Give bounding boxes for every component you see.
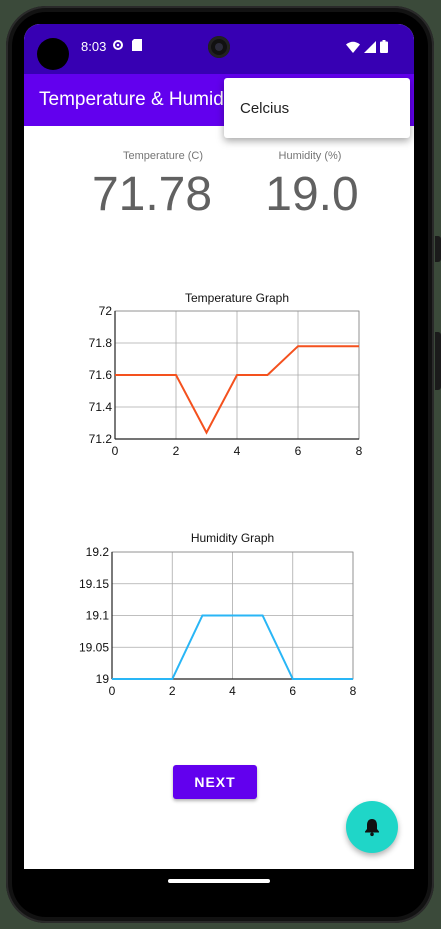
y-tick-label: 72 — [99, 304, 113, 318]
temperature-value: 71.78 — [91, 168, 213, 221]
settings-icon — [113, 40, 123, 50]
bell-icon — [365, 819, 379, 837]
x-tick-label: 0 — [112, 444, 119, 458]
power-button — [435, 332, 441, 390]
temperature-graph: Temperature Graph 0 2 4 6 8 71.2 71.4 71.6 71.8 72 — [24, 286, 414, 486]
y-tick-label: 19.1 — [86, 609, 110, 623]
nav-bar — [24, 869, 414, 892]
humidity-chart-svg: Humidity Graph 0 2 4 6 8 19 19.05 19.1 19.15 19.2 — [79, 531, 357, 698]
temperature-label: Temperature (C) — [122, 150, 204, 162]
x-tick-label: 8 — [350, 684, 357, 698]
notification-fab[interactable] — [346, 801, 398, 853]
status-bar: 8:03 — [24, 24, 414, 74]
home-pill[interactable] — [168, 879, 270, 883]
x-tick-label: 6 — [289, 684, 296, 698]
x-tick-label: 2 — [173, 444, 180, 458]
front-camera — [208, 36, 230, 58]
y-tick-label: 71.2 — [89, 432, 113, 446]
battery-icon — [380, 40, 388, 53]
chart-title: Humidity Graph — [191, 531, 274, 545]
app-title: Temperature & Humidity — [39, 89, 243, 110]
x-tick-label: 6 — [295, 444, 302, 458]
next-button[interactable]: NEXT — [173, 765, 257, 799]
y-tick-label: 71.4 — [89, 400, 113, 414]
y-tick-label: 19.2 — [86, 545, 110, 559]
signal-icon — [364, 40, 376, 53]
sd-card-icon — [131, 39, 142, 51]
y-tick-label: 71.8 — [89, 336, 113, 350]
device-screen: 8:03 Temperature & Humidity Celcius Temp… — [24, 24, 414, 892]
x-tick-label: 4 — [229, 684, 236, 698]
y-tick-label: 19.15 — [79, 577, 109, 591]
x-tick-label: 4 — [234, 444, 241, 458]
menu-item-celcius[interactable]: Celcius — [240, 100, 289, 117]
status-icons-left — [112, 39, 142, 53]
humidity-graph: Humidity Graph 0 2 4 6 8 19 19.05 19.1 19.15 19.2 — [24, 526, 414, 726]
x-tick-label: 8 — [356, 444, 363, 458]
status-time: 8:03 — [81, 39, 107, 54]
wifi-icon — [346, 41, 360, 53]
humidity-value: 19.0 — [265, 168, 359, 221]
y-tick-label: 19 — [96, 672, 110, 686]
y-tick-label: 71.6 — [89, 368, 113, 382]
volume-button — [435, 236, 441, 262]
x-tick-label: 2 — [169, 684, 176, 698]
temperature-chart-svg: Temperature Graph 0 2 4 6 8 71.2 71.4 71.6 71.8 72 — [89, 291, 363, 458]
humidity-label: Humidity (%) — [278, 150, 342, 162]
status-icons-right — [346, 40, 388, 53]
punch-hole — [37, 38, 69, 70]
chart-title: Temperature Graph — [185, 291, 289, 305]
y-tick-label: 19.05 — [79, 640, 109, 654]
x-tick-label: 0 — [109, 684, 116, 698]
overflow-menu: Celcius — [224, 78, 410, 138]
